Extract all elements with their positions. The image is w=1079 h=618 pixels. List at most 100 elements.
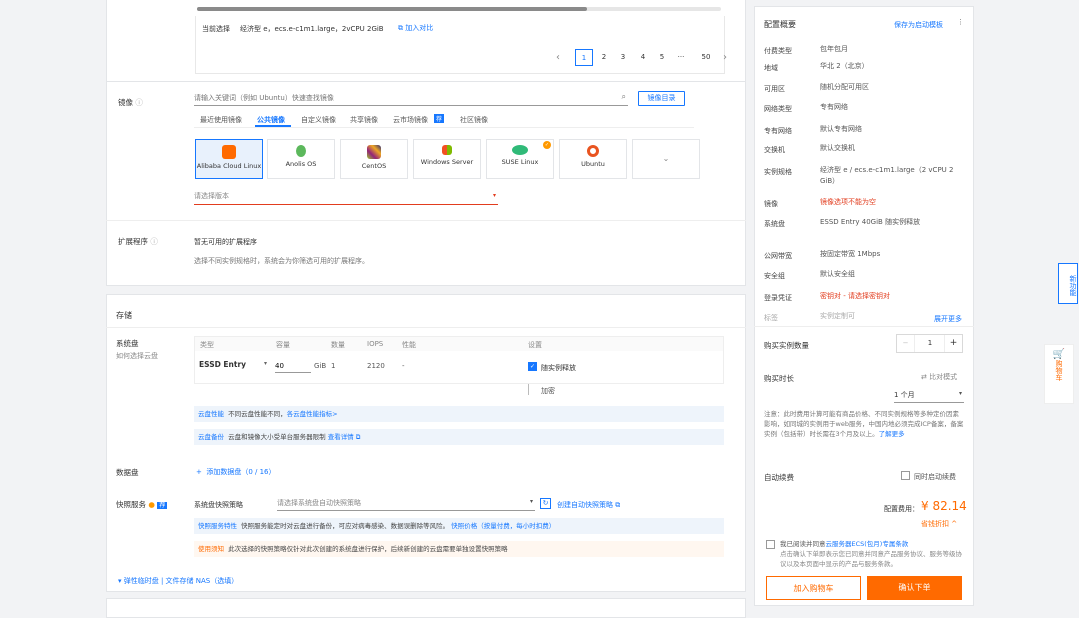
system-disk-link[interactable]: 如何选择云盘: [116, 351, 158, 361]
chevron-down-icon: ⌄: [662, 154, 670, 163]
summary-value: 默认安全组: [820, 270, 855, 278]
confirm-order-button[interactable]: 确认下单: [867, 576, 962, 600]
tab-shared[interactable]: 共享镜像: [350, 115, 378, 125]
summary-key: 镜像: [764, 200, 778, 208]
page-1[interactable]: 1: [575, 49, 593, 66]
agree-text: 我已阅读并同意云服务器ECS(包月)专属条款 点击确认下单即表示您已同意并同意产品…: [780, 540, 962, 568]
suse-icon: [512, 145, 528, 155]
release-label: 随实例释放: [541, 364, 576, 372]
price-label: 配置费用：: [884, 505, 919, 513]
compare-icon: ⧉: [398, 24, 403, 32]
col-settings: 设置: [528, 341, 542, 349]
market-badge: 荐: [434, 114, 445, 123]
image-market-button[interactable]: 镜像目录: [638, 91, 685, 106]
release-checkbox[interactable]: ✓: [528, 362, 537, 371]
image-tile-ubuntu[interactable]: Ubuntu: [559, 139, 627, 179]
price-value: ¥ 82.14: [921, 499, 967, 513]
save-template-link[interactable]: 保存为启动模板: [894, 20, 943, 30]
image-tile-centos[interactable]: CentOS: [340, 139, 408, 179]
snapshot-warning: 使用须知 此次选择的快照策略仅针对此次创建的系统盘进行保护，后续新创建的云盘需要…: [194, 541, 724, 557]
image-search-input[interactable]: [194, 91, 594, 105]
perf-note-link[interactable]: 各云盘性能指标>: [287, 410, 338, 418]
price-detail-link[interactable]: 省钱折扣 ^: [921, 519, 957, 529]
summary-title: 配置概要: [764, 20, 796, 29]
disk-size-input[interactable]: [275, 360, 311, 373]
summary-value: 专有网络: [820, 103, 848, 111]
tab-recent[interactable]: 最近使用镜像: [200, 115, 242, 125]
summary-value: 按固定带宽 1Mbps: [820, 250, 881, 258]
summary-key: 付费类型: [764, 47, 792, 55]
tab-public[interactable]: 公共镜像: [257, 115, 285, 125]
search-icon[interactable]: ⌕: [622, 92, 626, 102]
snapshot-note: 快照服务特性 快照服务能定时对云盘进行备份，可应对病毒感染、数据误删除等风险。 …: [194, 518, 724, 534]
tab-community[interactable]: 社区镜像: [460, 115, 488, 125]
page-next-button[interactable]: ›: [723, 52, 727, 63]
compare-mode-toggle[interactable]: ⇄ 比对模式: [921, 372, 957, 382]
summary-value: 华北 2（北京）: [820, 62, 869, 70]
tabs-divider: [194, 127, 694, 128]
scrollbar-thumb[interactable]: [197, 7, 587, 11]
disk-perf: -: [402, 362, 405, 370]
duration-select[interactable]: 1 个月 ▾: [894, 390, 964, 403]
summary-value: 经济型 e / ecs.e-c1m1.large（2 vCPU 2 GiB）: [820, 166, 954, 185]
page-prev-button[interactable]: ‹: [556, 52, 560, 63]
image-version-select[interactable]: 请选择版本 ▾: [194, 191, 498, 205]
page-ellipsis: ···: [677, 53, 685, 61]
summary-value: 随机分配可用区: [820, 83, 869, 91]
expand-more-link[interactable]: 展开更多: [934, 314, 962, 324]
summary-key: 公网带宽: [764, 252, 792, 260]
new-feature-tab[interactable]: 新功能: [1058, 263, 1078, 304]
backup-note-link[interactable]: 查看详情 ⧉: [328, 433, 361, 441]
page-3[interactable]: 3: [614, 49, 632, 66]
page-50[interactable]: 50: [697, 49, 715, 66]
notice-more-link[interactable]: 了解更多: [879, 430, 905, 438]
snapshot-price-link[interactable]: 快照价格（按量付费，每小时扣费）: [451, 522, 555, 530]
external-link-icon: ⧉: [355, 433, 361, 441]
col-type: 类型: [200, 341, 214, 349]
caret-down-icon: ▾: [118, 577, 122, 585]
plus-button[interactable]: +: [944, 335, 962, 352]
ext-label: 扩展程序 ⓘ: [118, 237, 158, 246]
agree-checkbox[interactable]: [766, 540, 775, 549]
snapshot-policy-select[interactable]: 请选择系统盘自动快照策略 ▾: [277, 498, 535, 511]
dropdown-arrow-icon: ▾: [492, 192, 496, 199]
disk-size-unit: GiB: [314, 362, 327, 370]
page-4[interactable]: 4: [634, 49, 652, 66]
add-data-disk-button[interactable]: + 添加数据盘（0 / 16）: [196, 467, 276, 477]
dropdown-arrow-icon: ▾: [263, 360, 267, 367]
perf-note: 云盘性能 不同云盘性能不同，各云盘性能指标>: [194, 406, 724, 422]
image-tile-alibaba[interactable]: Alibaba Cloud Linux: [195, 139, 263, 179]
summary-value: ESSD Entry 40GiB 随实例释放: [820, 218, 921, 226]
add-to-cart-button[interactable]: 加入购物车: [766, 576, 861, 600]
image-tile-suse[interactable]: SUSE Linux ✓: [486, 139, 554, 179]
image-tile-anolis[interactable]: Anolis OS: [267, 139, 335, 179]
encrypt-checkbox[interactable]: [528, 384, 529, 395]
cart-widget[interactable]: 🛒 购物车: [1044, 344, 1074, 404]
page-2[interactable]: 2: [595, 49, 613, 66]
swap-icon: ⇄: [921, 373, 927, 381]
col-perf: 性能: [402, 341, 416, 349]
agree-link[interactable]: 云服务器ECS(包月)专属条款: [826, 540, 909, 548]
tab-market[interactable]: 云市场镜像: [393, 115, 428, 125]
minus-button[interactable]: −: [897, 335, 915, 352]
current-value: 经济型 e，ecs.e-c1m1.large，2vCPU 2GiB: [240, 25, 384, 33]
more-menu-icon[interactable]: ⋮: [957, 18, 964, 26]
more-storage-toggle[interactable]: ▾ 弹性临时盘 | 文件存储 NAS（选填）: [118, 576, 238, 586]
refresh-icon[interactable]: ↻: [540, 498, 551, 509]
summary-value: 密钥对 - 请选择密钥对: [820, 292, 890, 300]
quantity-stepper[interactable]: − 1 +: [896, 334, 963, 353]
image-tile-windows[interactable]: Windows Server: [413, 139, 481, 179]
ext-desc: 选择不同实例规格时，系统会为你筛选可用的扩展程序。: [194, 257, 369, 265]
storage-title: 存储: [116, 311, 132, 320]
compare-link[interactable]: ⧉ 加入对比: [398, 23, 433, 33]
image-search[interactable]: ⌕: [194, 91, 628, 106]
image-more-button[interactable]: ⌄: [632, 139, 700, 179]
disk-type-select[interactable]: ESSD Entry ▾: [199, 360, 269, 373]
auto-renew-checkbox[interactable]: [901, 471, 910, 480]
tab-custom[interactable]: 自定义镜像: [301, 115, 336, 125]
disk-count: 1: [331, 362, 336, 370]
page-5[interactable]: 5: [653, 49, 671, 66]
create-snapshot-link[interactable]: 创建自动快照策略 ⧉: [557, 500, 620, 510]
section-divider: [106, 220, 746, 221]
next-card: [106, 598, 746, 618]
